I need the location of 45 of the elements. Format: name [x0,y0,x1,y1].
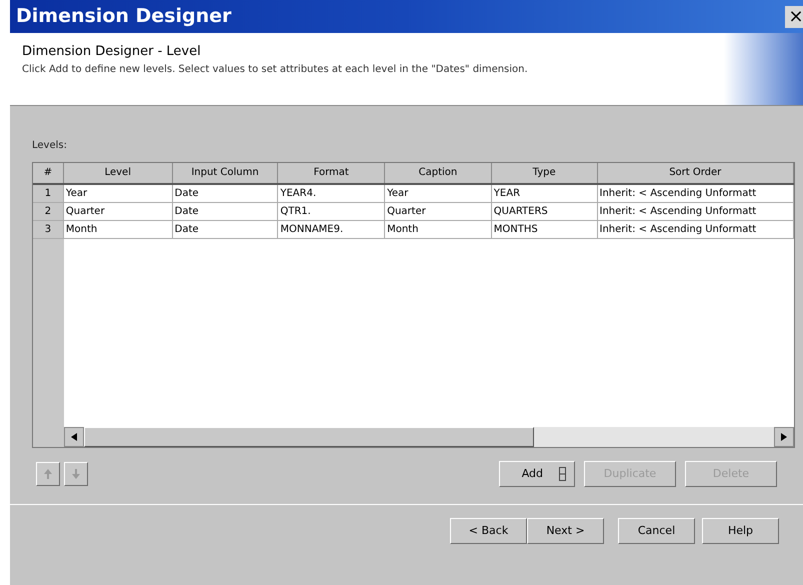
column-header[interactable]: Caption [385,163,492,183]
table-cell[interactable]: MONNAME9. [278,221,386,238]
table-cell[interactable]: QUARTERS [492,203,598,220]
header-title: Dimension Designer - Level [22,43,202,61]
horizontal-scrollbar[interactable] [64,427,794,447]
add-split-button[interactable]: Add [499,461,575,487]
scroll-left-icon[interactable] [64,427,84,447]
scrollbar-thumb[interactable] [84,427,534,447]
table-cell[interactable]: Inherit: < Ascending Unformatt [598,221,794,238]
nav-button[interactable]: Cancel [618,518,695,544]
table-cell[interactable]: Month [385,221,492,238]
up-arrow-icon [44,469,52,479]
split-arrows-icon [559,467,566,481]
column-header[interactable]: Type [492,163,598,183]
table-cell[interactable]: Date [172,185,278,202]
table-cell[interactable]: YEAR [492,185,598,202]
table-cell[interactable]: Inherit: < Ascending Unformatt [598,185,794,202]
header-description: Click Add to define new levels. Select values to set attributes at each level in the "Dates" dimension. [22,62,529,76]
close-button[interactable]: × [785,6,803,28]
table-cell[interactable]: Quarter [64,203,173,220]
down-arrow-icon [72,469,80,479]
window-title: Dimension Designer [16,4,232,30]
table-cell[interactable]: Date [172,203,278,220]
table-cell[interactable]: YEAR4. [278,185,386,202]
table-cell[interactable]: Inherit: < Ascending Unformatt [598,203,794,220]
column-header[interactable]: Sort Order [598,163,794,183]
nav-button[interactable]: < Back [450,518,527,544]
column-header[interactable]: Level [64,163,173,183]
table-cell[interactable]: Quarter [385,203,492,220]
nav-button[interactable]: Help [702,518,779,544]
table-cell[interactable]: Date [172,221,278,238]
row-number: 3 [33,221,64,238]
nav-button[interactable]: Next > [527,518,604,544]
table-cell[interactable]: Month [64,221,173,238]
row-number: 2 [33,203,64,220]
table-cell[interactable]: QTR1. [278,203,386,220]
table-cell[interactable]: Year [385,185,492,202]
levels-label: Levels: [32,139,68,153]
column-header[interactable]: # [33,163,64,183]
scroll-right-icon[interactable] [774,427,794,447]
row-number: 1 [33,185,64,202]
table-cell[interactable]: MONTHS [492,221,598,238]
column-header[interactable]: Input Column [172,163,278,183]
table-cell[interactable]: Year [64,185,173,202]
column-header[interactable]: Format [278,163,386,183]
